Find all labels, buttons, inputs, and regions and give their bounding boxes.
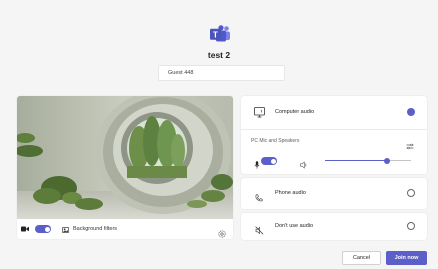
svg-text:T: T xyxy=(213,31,218,40)
phone-audio-card[interactable]: Phone audio xyxy=(241,178,427,209)
mic-toggle[interactable] xyxy=(261,157,277,165)
no-audio-card[interactable]: Don't use audio xyxy=(241,213,427,240)
cancel-button[interactable]: Cancel xyxy=(342,251,381,265)
device-settings-icon[interactable] xyxy=(406,137,414,155)
background-filters-button[interactable]: Background filters xyxy=(62,220,117,238)
speaker-volume-fill xyxy=(325,160,387,162)
camera-toggle[interactable] xyxy=(35,225,51,233)
camera-preview-image xyxy=(17,96,233,219)
settings-icon[interactable] xyxy=(218,225,226,238)
phone-audio-radio[interactable] xyxy=(407,189,415,197)
computer-audio-card[interactable]: Computer audio PC Mic and Speakers xyxy=(241,96,427,174)
speaker-icon xyxy=(300,156,308,174)
computer-audio-icon xyxy=(254,105,266,123)
no-audio-label: Don't use audio xyxy=(275,223,314,229)
name-input[interactable] xyxy=(158,65,285,81)
computer-audio-label: Computer audio xyxy=(275,109,315,115)
phone-icon xyxy=(255,189,263,207)
speaker-volume-thumb[interactable] xyxy=(383,157,390,164)
audio-card-divider xyxy=(241,129,427,130)
meeting-title: test 2 xyxy=(207,50,231,60)
join-now-button[interactable]: Join now xyxy=(386,251,427,265)
audio-device-label: PC Mic and Speakers xyxy=(251,138,300,144)
background-filters-label: Background filters xyxy=(73,226,118,232)
video-preview-panel: Background filters xyxy=(17,96,233,239)
teams-logo-icon: T xyxy=(210,25,230,42)
camera-icon xyxy=(21,226,30,233)
phone-audio-label: Phone audio xyxy=(275,190,306,196)
no-audio-icon xyxy=(255,222,264,240)
mic-icon xyxy=(254,156,260,174)
speaker-volume-slider[interactable] xyxy=(325,157,411,164)
computer-audio-radio[interactable] xyxy=(407,108,415,119)
background-filters-icon xyxy=(62,220,69,238)
no-audio-radio[interactable] xyxy=(407,222,415,230)
video-controls-bar: Background filters xyxy=(17,219,233,239)
